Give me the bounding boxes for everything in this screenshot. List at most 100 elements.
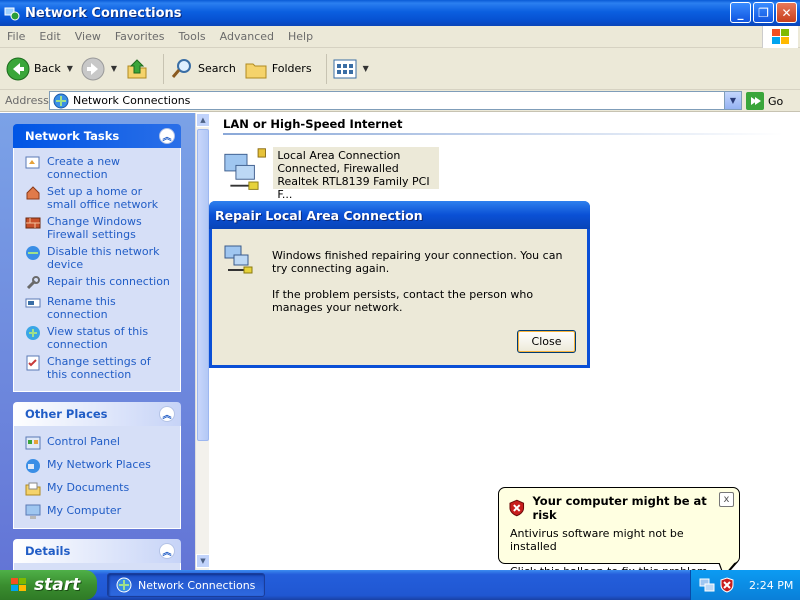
go-label: Go — [768, 94, 784, 108]
task-rename-connection[interactable]: Rename this connection — [25, 295, 174, 321]
network-connections-icon — [116, 577, 132, 593]
other-places-title: Other Places — [25, 407, 108, 421]
window-title: Network Connections — [25, 5, 182, 21]
forward-arrow-icon — [81, 57, 105, 80]
control-panel-icon — [25, 436, 41, 450]
menu-tools[interactable]: Tools — [172, 30, 213, 43]
task-create-connection[interactable]: Create a new connection — [25, 155, 174, 181]
folders-label: Folders — [271, 62, 312, 75]
dialog-titlebar[interactable]: Repair Local Area Connection — [209, 201, 590, 229]
back-button[interactable]: Back ▼ — [6, 57, 73, 81]
connection-status: Connected, Firewalled — [277, 162, 399, 175]
network-connections-icon — [53, 93, 69, 108]
minimize-button[interactable]: _ — [730, 2, 751, 23]
balloon-close-button[interactable]: x — [719, 492, 734, 507]
task-disable-device[interactable]: Disable this network device — [25, 245, 174, 271]
left-pane-scrollbar[interactable]: ▲ ▼ — [195, 113, 210, 570]
other-places-panel: Other Places ︽ Control Panel My Network … — [13, 402, 181, 529]
search-icon — [171, 58, 192, 78]
details-title: Details — [25, 544, 71, 558]
repair-wrench-icon — [26, 276, 40, 290]
my-computer-icon — [25, 504, 41, 519]
network-tray-icon[interactable] — [699, 577, 715, 593]
task-change-settings[interactable]: Change settings of this connection — [25, 355, 174, 381]
network-tasks-panel: Network Tasks ︽ Create a new connection … — [13, 124, 181, 392]
views-dropdown-icon[interactable]: ▼ — [363, 64, 369, 73]
system-tray: 2:24 PM — [690, 570, 800, 600]
up-folder-button[interactable] — [125, 57, 149, 81]
menu-view[interactable]: View — [68, 30, 108, 43]
menu-edit[interactable]: Edit — [32, 30, 67, 43]
collapse-chevron-icon[interactable]: ︽ — [159, 543, 175, 559]
details-header[interactable]: Details ︽ — [13, 539, 181, 563]
forward-button[interactable]: ▼ — [81, 57, 117, 81]
task-pane: Network Tasks ︽ Create a new connection … — [0, 113, 195, 576]
close-window-button[interactable]: ✕ — [776, 2, 797, 23]
network-repair-icon — [224, 245, 253, 274]
views-button[interactable]: ▼ — [333, 58, 369, 80]
toolbar-separator — [163, 53, 165, 84]
network-tasks-header[interactable]: Network Tasks ︽ — [13, 124, 181, 148]
back-label: Back — [34, 62, 61, 75]
place-control-panel[interactable]: Control Panel — [25, 435, 174, 451]
settings-checklist-icon — [26, 355, 40, 371]
address-dropdown-icon[interactable]: ▼ — [724, 92, 741, 109]
up-folder-icon — [127, 58, 147, 78]
go-arrow-icon — [746, 92, 764, 110]
search-button[interactable]: Search — [170, 57, 236, 81]
go-button[interactable]: Go — [746, 92, 783, 110]
clock[interactable]: 2:24 PM — [749, 579, 793, 592]
window-titlebar[interactable]: Network Connections _ ❐ ✕ — [0, 0, 800, 26]
network-tasks-title: Network Tasks — [25, 129, 120, 143]
taskbar-item-label: Network Connections — [138, 578, 256, 592]
windows-flag-icon — [11, 578, 26, 591]
taskbar-network-connections[interactable]: Network Connections — [107, 573, 265, 597]
task-firewall-settings[interactable]: Change Windows Firewall settings — [25, 215, 174, 241]
menu-advanced[interactable]: Advanced — [213, 30, 281, 43]
connection-name: Local Area Connection — [277, 149, 401, 162]
folders-button[interactable]: Folders — [244, 57, 312, 81]
maximize-button[interactable]: ❐ — [753, 2, 774, 23]
balloon-title: Your computer might be at risk — [532, 494, 707, 522]
windows-logo-icon — [762, 26, 798, 48]
address-input[interactable]: Network Connections ▼ — [49, 91, 742, 110]
network-connections-icon — [4, 7, 20, 21]
menu-bar: File Edit View Favorites Tools Advanced … — [0, 26, 800, 48]
scroll-up-icon[interactable]: ▲ — [196, 113, 210, 127]
dialog-close-button[interactable]: Close — [517, 330, 576, 353]
local-area-connection-item[interactable]: Local Area Connection Connected, Firewal… — [223, 147, 439, 201]
home-network-icon — [26, 186, 40, 200]
folders-icon — [245, 63, 267, 78]
security-alert-tray-icon[interactable] — [719, 577, 735, 593]
other-places-header[interactable]: Other Places ︽ — [13, 402, 181, 426]
view-status-icon — [26, 326, 40, 340]
connection-device: Realtek RTL8139 Family PCI F... — [277, 175, 430, 201]
place-my-documents[interactable]: My Documents — [25, 481, 174, 497]
address-bar: Address Network Connections ▼ Go — [0, 90, 800, 112]
back-arrow-icon — [6, 57, 30, 80]
collapse-chevron-icon[interactable]: ︽ — [159, 406, 175, 422]
task-home-network[interactable]: Set up a home or small office network — [25, 185, 174, 211]
collapse-chevron-icon[interactable]: ︽ — [159, 128, 175, 144]
place-my-computer[interactable]: My Computer — [25, 504, 174, 520]
address-value: Network Connections — [73, 94, 191, 107]
start-button[interactable]: start — [0, 570, 97, 600]
menu-file[interactable]: File — [0, 30, 32, 43]
forward-dropdown-icon[interactable]: ▼ — [111, 64, 117, 73]
disable-device-icon — [26, 246, 40, 260]
task-repair-connection[interactable]: Repair this connection — [25, 275, 174, 291]
firewall-icon — [25, 217, 41, 229]
menu-favorites[interactable]: Favorites — [108, 30, 172, 43]
search-label: Search — [198, 62, 236, 75]
scroll-thumb[interactable] — [197, 129, 209, 441]
scroll-down-icon[interactable]: ▼ — [196, 554, 210, 568]
group-header: LAN or High-Speed Internet — [223, 117, 403, 131]
balloon-line-1: Antivirus software might not be installe… — [510, 527, 684, 553]
my-documents-icon — [25, 482, 41, 496]
task-view-status[interactable]: View status of this connection — [25, 325, 174, 351]
group-divider — [223, 133, 783, 135]
place-my-network-places[interactable]: My Network Places — [25, 458, 174, 474]
security-balloon[interactable]: Your computer might be at risk x Antivir… — [498, 487, 740, 578]
menu-help[interactable]: Help — [281, 30, 320, 43]
back-dropdown-icon[interactable]: ▼ — [67, 64, 73, 73]
